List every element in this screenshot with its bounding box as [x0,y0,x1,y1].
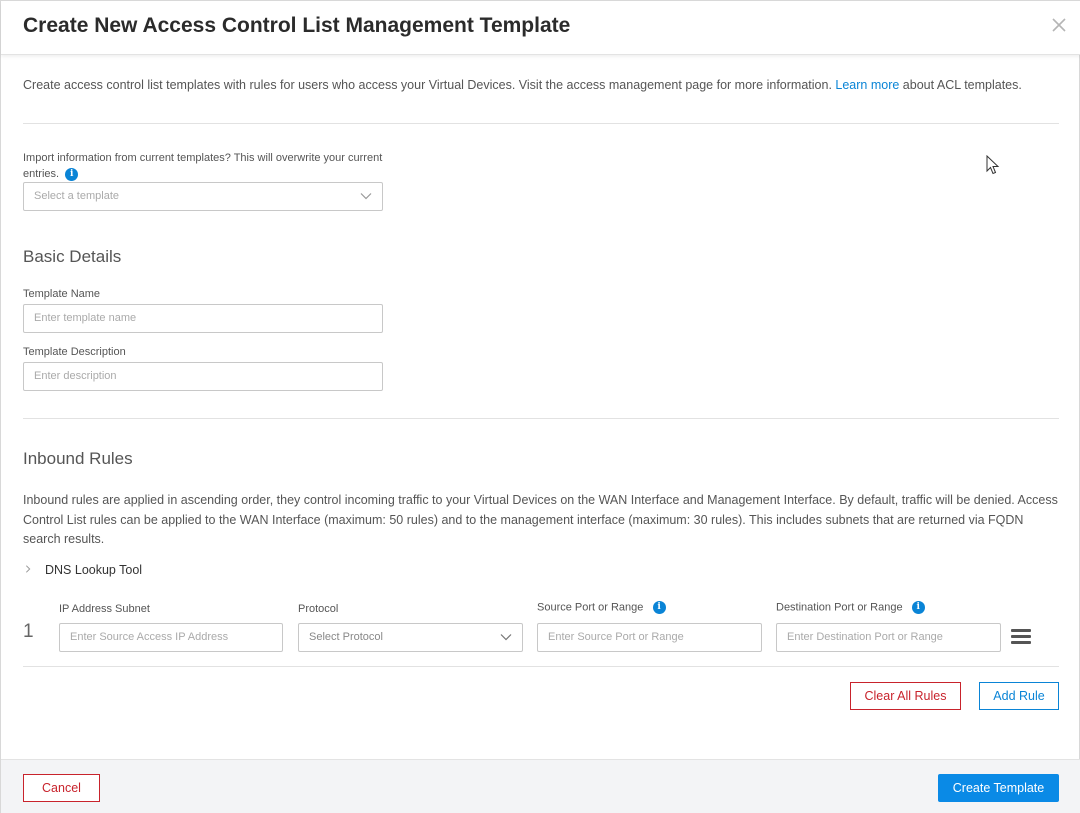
inbound-rules-heading: Inbound Rules [23,449,133,468]
protocol-select-placeholder: Select Protocol [309,631,383,643]
template-name-placeholder: Enter template name [34,312,137,324]
protocol-column-label: Protocol [298,603,339,615]
ip-subnet-column-label: IP Address Subnet [59,603,150,615]
destination-port-column-label: Destination Port or Range i [776,601,925,614]
intro-text: Create access control list templates wit… [23,78,1022,92]
chevron-right-icon [23,563,35,577]
template-select-placeholder: Select a template [34,190,119,202]
source-port-placeholder: Enter Source Port or Range [548,631,684,643]
cancel-button[interactable]: Cancel [23,774,100,802]
mouse-cursor-icon [986,155,1000,175]
destination-port-input[interactable]: Enter Destination Port or Range [776,623,1001,652]
protocol-select[interactable]: Select Protocol [298,623,523,652]
acl-template-modal: Create New Access Control List Managemen… [0,0,1080,813]
modal-title: Create New Access Control List Managemen… [23,14,571,37]
import-label: Import information from current template… [23,150,382,182]
clear-all-rules-button[interactable]: Clear All Rules [850,682,961,710]
template-name-input[interactable]: Enter template name [23,304,383,333]
chevron-down-icon [360,193,372,200]
ip-subnet-placeholder: Enter Source Access IP Address [70,631,229,643]
close-icon[interactable] [1049,15,1069,35]
divider [23,123,1059,124]
add-rule-button[interactable]: Add Rule [979,682,1059,710]
template-description-label: Template Description [23,346,126,358]
source-port-label-text: Source Port or Range [537,601,644,614]
modal-header: Create New Access Control List Managemen… [1,1,1080,55]
divider [23,418,1059,419]
import-label-line2: entries. [23,168,60,180]
info-icon[interactable]: i [65,167,79,181]
divider [23,666,1059,667]
rule-row-number: 1 [23,621,34,642]
inbound-rules-description: Inbound rules are applied in ascending o… [23,493,1058,546]
dns-lookup-tool-toggle[interactable]: DNS Lookup Tool [23,563,142,577]
info-icon[interactable]: i [911,601,925,614]
source-port-column-label: Source Port or Range i [537,601,666,614]
row-menu-icon[interactable] [1011,629,1031,645]
source-port-input[interactable]: Enter Source Port or Range [537,623,762,652]
modal-footer: Cancel Create Template [1,759,1080,813]
basic-details-heading: Basic Details [23,247,122,266]
destination-port-placeholder: Enter Destination Port or Range [787,631,943,643]
template-description-input[interactable]: Enter description [23,362,383,391]
info-icon[interactable]: i [652,601,666,614]
dns-lookup-tool-label: DNS Lookup Tool [45,563,143,577]
destination-port-label-text: Destination Port or Range [776,601,903,614]
intro-text-after: about ACL templates. [899,78,1022,92]
learn-more-link[interactable]: Learn more [835,78,899,92]
template-description-placeholder: Enter description [34,370,117,382]
create-template-button[interactable]: Create Template [938,774,1059,802]
import-label-line1: Import information from current template… [23,152,383,164]
intro-text-before: Create access control list templates wit… [23,78,836,92]
template-select[interactable]: Select a template [23,182,383,211]
chevron-down-icon [500,634,512,641]
ip-subnet-input[interactable]: Enter Source Access IP Address [59,623,283,652]
template-name-label: Template Name [23,288,101,300]
